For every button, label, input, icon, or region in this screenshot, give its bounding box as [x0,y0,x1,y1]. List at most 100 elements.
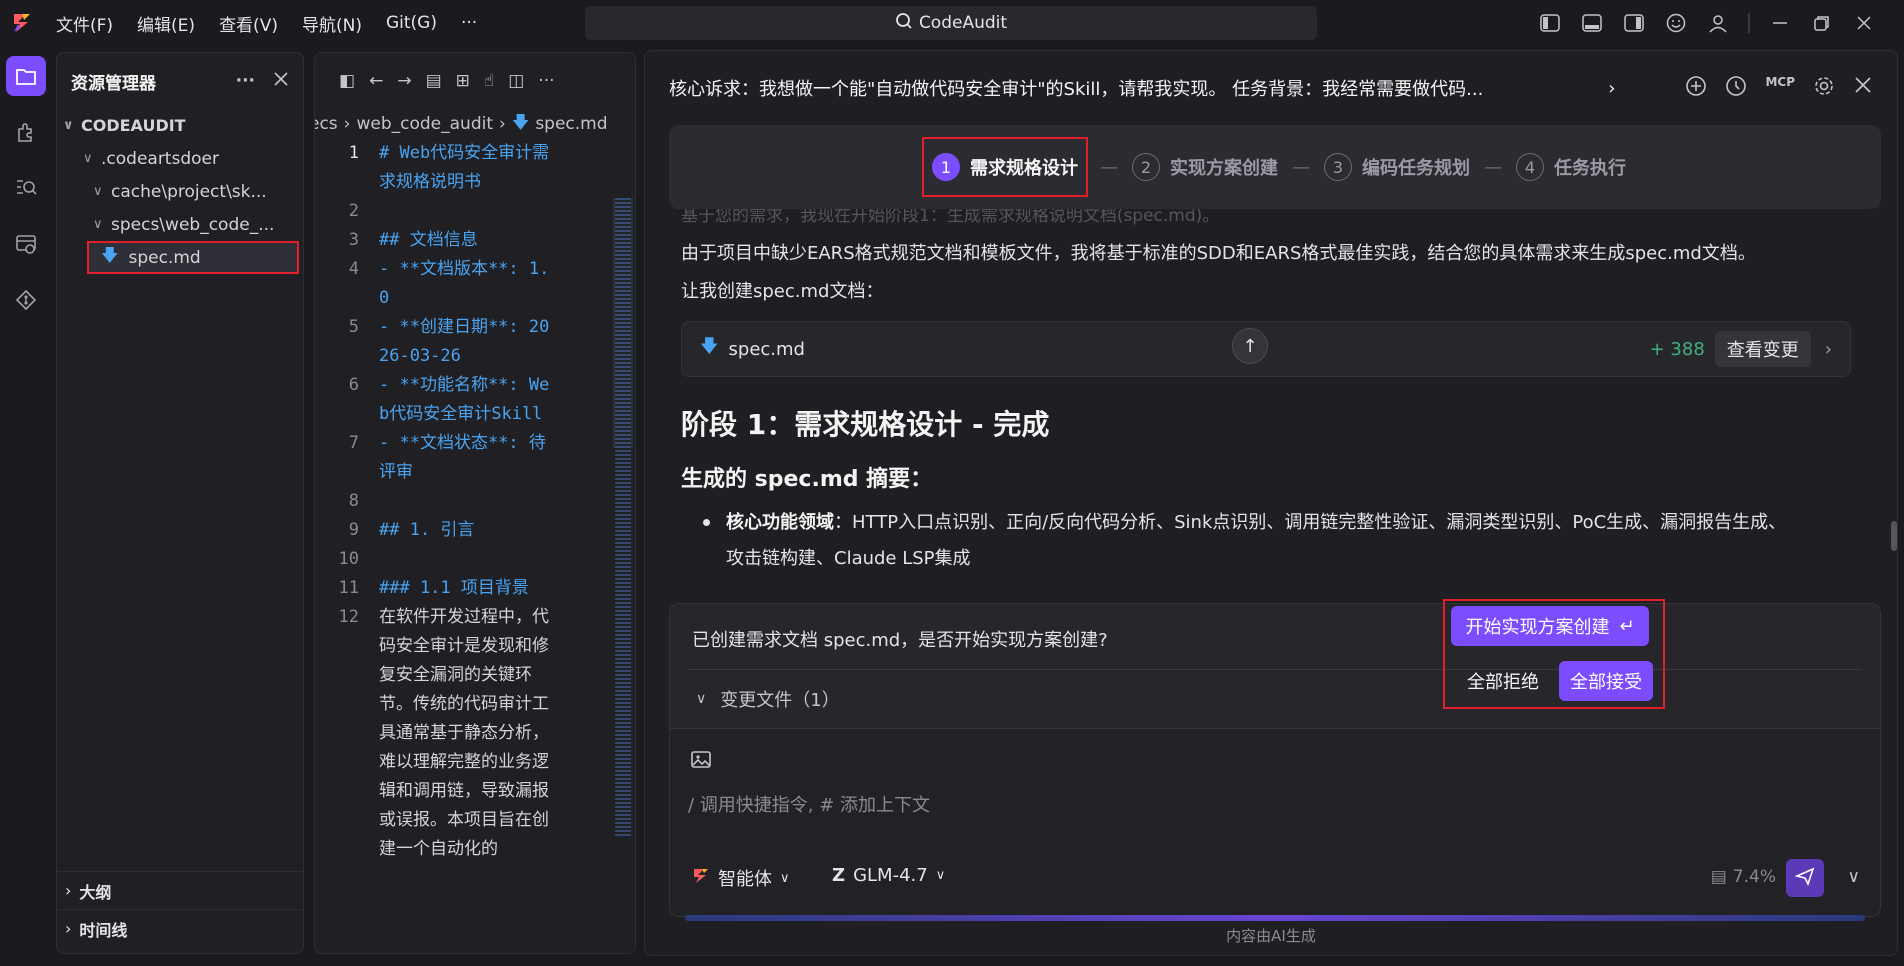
send-options-chevron-icon[interactable]: ∨ [1848,867,1860,887]
table-icon[interactable]: ⊞ [456,71,470,91]
account-icon[interactable] [1706,11,1730,35]
chevron-right-icon[interactable]: › [1825,339,1832,360]
line-number: 9 [348,520,359,540]
step-design[interactable]: 2 实现方案创建 [1132,153,1278,181]
timeline-label: 时间线 [79,920,128,940]
code-line[interactable]: 4 - **文档版本**: 1.0 [315,255,635,313]
source-control-activity-icon[interactable] [6,224,46,264]
close-explorer-icon[interactable] [273,71,289,92]
file-label: spec.md [128,247,201,268]
step-execution[interactable]: 4 任务执行 [1516,153,1626,181]
toggle-panel-icon[interactable] [1580,11,1604,35]
document-icon[interactable]: ▤ [426,71,442,91]
code-line[interactable]: 12 在软件开发过程中，代码安全审计是发现和修复安全漏洞的关键环节。传统的代码审计… [315,603,635,864]
breadcrumb-item[interactable]: spec.md [535,114,607,134]
feedback-smile-icon[interactable] [1664,11,1688,35]
chevron-down-icon: ∨ [93,184,103,199]
menu-navigate[interactable]: 导航(N) [290,11,374,36]
context-usage[interactable]: ▤ 7.4% [1711,867,1776,887]
hand-icon[interactable]: ☝ [484,71,494,91]
chat-input-placeholder[interactable]: / 调用快捷指令, # 添加上下文 [688,791,930,817]
breadcrumb-item[interactable]: web_code_audit [356,114,493,134]
extensions-activity-icon[interactable] [6,112,46,152]
git-activity-icon[interactable] [6,280,46,320]
code-area[interactable]: 1 # Web代码安全审计需求规格说明书 2 3 ## 文档信息 4 - **文档版本**:… [315,139,635,864]
back-icon[interactable]: ← [369,71,383,91]
step-label: 任务执行 [1554,158,1626,179]
menu-edit[interactable]: 编辑(E) [125,11,207,36]
code-line[interactable]: 5 - **创建日期**: 2026-03-26 [315,313,635,371]
input-glow [685,915,1865,921]
root-label: CODEAUDIT [81,116,186,135]
view-changes-button[interactable]: 查看变更 [1714,331,1811,367]
more-actions-icon[interactable]: ··· [236,71,255,91]
tree-folder-specs[interactable]: ∨ specs\web_code_... [57,208,303,241]
settings-gear-icon[interactable] [1813,75,1835,102]
highlight-box [1443,599,1665,709]
minimap[interactable] [615,198,631,838]
restore-icon[interactable] [1810,11,1834,35]
split-editor-icon[interactable]: ◫ [508,71,524,91]
context-bar-icon: ▤ [1710,867,1727,887]
chat-scrollbar[interactable] [1891,521,1897,551]
code-line[interactable]: 1 # Web代码安全审计需求规格说明书 [315,139,635,197]
chat-header: 核心诉求：我想做一个能"自动做代码安全审计"的Skill，请帮我实现。 任务背景… [645,51,1897,125]
menu-more[interactable]: ··· [449,13,489,33]
menu-file[interactable]: 文件(F) [44,11,125,36]
code-line[interactable]: 2 [315,197,635,226]
new-chat-icon[interactable] [1685,75,1707,102]
step-task-planning[interactable]: 3 编码任务规划 [1324,153,1470,181]
menu-view[interactable]: 查看(V) [207,11,290,36]
menu-git[interactable]: Git(G) [374,13,449,33]
file-change-card[interactable]: 🡇 spec.md + 388 查看变更 › ↑ [681,321,1851,377]
minimize-icon[interactable] [1768,11,1792,35]
chevron-right-icon[interactable]: › [1608,78,1615,99]
agent-selector[interactable]: 智能体 ∨ [692,865,790,891]
outline-section[interactable]: › 大纲 [57,871,303,909]
chevron-down-icon: ∨ [935,868,946,883]
forward-icon[interactable]: → [397,71,411,91]
send-button[interactable] [1786,859,1824,897]
breadcrumb-item[interactable]: ecs [315,114,338,134]
explorer-activity-icon[interactable] [6,56,46,96]
code-line[interactable]: 10 [315,545,635,574]
timeline-section[interactable]: › 时间线 [57,909,303,947]
scroll-up-button[interactable]: ↑ [1232,328,1268,364]
code-line[interactable]: 6 - **功能名称**: Web代码安全审计Skill [315,371,635,429]
open-changes-icon[interactable]: ◧ [339,71,355,91]
folder-label: cache\project\sk... [111,181,267,202]
toggle-ai-panel-icon[interactable] [1622,11,1646,35]
code-line[interactable]: 7 - **文档状态**: 待评审 [315,429,635,487]
close-panel-icon[interactable] [1853,75,1873,102]
image-attach-icon[interactable] [690,749,714,776]
code-text: ### 1.1 项目背景 [379,578,529,598]
tree-file-spec-md[interactable]: 🡇 spec.md [87,241,299,274]
step-requirements[interactable]: 1 需求规格设计 [922,137,1088,197]
close-window-icon[interactable] [1852,11,1876,35]
chevron-down-icon: ∨ [83,151,93,166]
model-selector[interactable]: Z GLM-4.7 ∨ [832,865,945,886]
chat-input-box[interactable]: / 调用快捷指令, # 添加上下文 智能体 ∨ Z GLM-4.7 ∨ ▤ 7.… [669,729,1881,917]
code-line[interactable]: 3 ## 文档信息 [315,226,635,255]
code-text: - **功能名称**: Web代码安全审计Skill [379,375,550,424]
mcp-icon[interactable]: MCP [1765,75,1795,102]
tree-root[interactable]: ∨ CODEAUDIT [57,109,303,142]
tree-folder-cache[interactable]: ∨ cache\project\sk... [57,175,303,208]
chat-title[interactable]: 核心诉求：我想做一个能"自动做代码安全审计"的Skill，请帮我实现。 任务背景… [669,75,1600,101]
history-icon[interactable] [1725,75,1747,102]
tree-folder-codeartsdoer[interactable]: ∨ .codeartsdoer [57,142,303,175]
search-activity-icon[interactable] [6,168,46,208]
line-number: 10 [338,549,359,569]
command-search[interactable]: CodeAudit [585,6,1317,40]
list-item: 核心功能领域：HTTP入口点识别、正向/反向代码分析、Sink点识别、调用链完整… [681,505,1801,577]
changed-files-toggle[interactable]: ∨ 变更文件（1） [696,686,840,712]
chevron-down-icon: ∨ [780,870,790,886]
code-line[interactable]: 11 ### 1.1 项目背景 [315,574,635,603]
more-actions-icon[interactable]: ··· [538,71,554,91]
section-heading: 阶段 1：需求规格设计 - 完成 [681,408,1050,441]
toggle-sidebar-icon[interactable] [1538,11,1562,35]
code-line[interactable]: 8 [315,487,635,516]
message-paragraph: 由于项目中缺少EARS格式规范文档和模板文件，我将基于标准的SDD和EARS格式… [681,243,1756,264]
code-line[interactable]: 9 ## 1. 引言 [315,516,635,545]
changed-files-label: 变更文件（1） [720,690,840,711]
